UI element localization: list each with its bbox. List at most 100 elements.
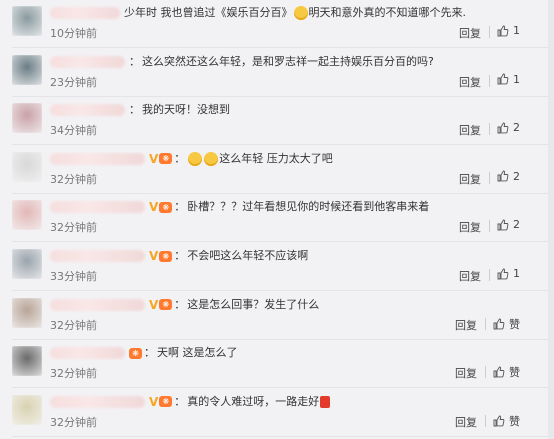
comment-row: V ❋：真的令人难过呀，一路走好 32分钟前 回复 赞 xyxy=(0,389,548,437)
like-button[interactable]: 1 xyxy=(497,267,520,280)
like-count: 1 xyxy=(513,24,520,37)
avatar[interactable] xyxy=(12,103,42,134)
like-count: 2 xyxy=(513,121,520,135)
like-button[interactable]: 1 xyxy=(497,73,520,86)
avatar[interactable] xyxy=(12,200,42,231)
comment-text: 这么年轻 压力太大了吧 xyxy=(219,151,333,165)
username-link[interactable] xyxy=(50,104,125,117)
comment-list: 少年时 我也曾追过《娱乐百分百》 明天和意外真的不知道哪个先来. 10分钟前 回复 1：… xyxy=(0,0,548,439)
comment-time: 32分钟前 xyxy=(50,367,97,381)
comment-text: 这是怎么回事？发生了什么 xyxy=(187,297,320,311)
scrollbar-track[interactable] xyxy=(548,0,554,439)
avatar[interactable] xyxy=(12,297,42,328)
like-button[interactable]: 2 xyxy=(497,170,520,183)
reply-button[interactable]: 回复 xyxy=(459,25,481,41)
comment-time: 32分钟前 xyxy=(50,318,97,332)
comment-content: V ❋：这是怎么回事？发生了什么 xyxy=(50,297,319,313)
comment-content: V ❋：真的令人难过呀，一路走好 xyxy=(50,394,331,410)
like-button[interactable]: 赞 xyxy=(493,364,520,380)
comment-content: V ❋：不会吧这么年轻不应该啊 xyxy=(50,248,308,264)
divider xyxy=(489,74,490,87)
colon-separator: ： xyxy=(129,54,140,68)
like-count: 1 xyxy=(513,72,520,86)
thumbs-up-icon xyxy=(497,73,513,85)
comment-content: V ❋： 这么年轻 压力太大了吧 xyxy=(50,151,333,167)
level-badge-icon: ❋ xyxy=(159,153,173,165)
divider xyxy=(489,123,490,136)
level-badge-icon: ❋ xyxy=(159,250,173,262)
reply-button[interactable]: 回复 xyxy=(459,74,481,90)
divider xyxy=(489,26,490,38)
comment-text: 卧槽？？？过年看想见你的时候还看到他客串来着 xyxy=(187,200,430,214)
crying-emoji-icon xyxy=(293,6,308,20)
username-link[interactable] xyxy=(50,201,145,214)
thumbs-up-icon xyxy=(493,366,509,378)
level-badge-icon: ❋ xyxy=(159,201,173,213)
reply-button[interactable]: 回复 xyxy=(459,122,481,138)
like-count: 1 xyxy=(513,267,520,280)
comment-text: 不会吧这么年轻不应该啊 xyxy=(187,249,309,262)
avatar[interactable] xyxy=(12,346,42,377)
username-link[interactable] xyxy=(50,55,125,68)
level-badge-icon: ❋ xyxy=(159,299,173,311)
colon-separator: ： xyxy=(174,394,186,408)
like-button[interactable]: 2 xyxy=(497,218,520,231)
comment-content: ❋：天啊 这是怎么了 xyxy=(50,345,238,361)
divider xyxy=(485,317,486,330)
reply-button[interactable]: 回复 xyxy=(455,365,477,381)
thumbs-up-icon xyxy=(497,219,513,231)
like-button[interactable]: 赞 xyxy=(493,413,520,429)
comment-row: ❋：天啊 这是怎么了 32分钟前 回复 赞 xyxy=(0,340,548,389)
colon-separator: ： xyxy=(174,200,186,214)
reply-button[interactable]: 回复 xyxy=(455,317,477,333)
reply-button[interactable]: 回复 xyxy=(459,268,481,284)
avatar[interactable] xyxy=(12,54,42,85)
comment-row: V ❋：这是怎么回事？发生了什么 32分钟前 回复 赞 xyxy=(0,292,548,340)
comment-time: 10分钟前 xyxy=(50,27,97,40)
avatar[interactable] xyxy=(12,151,42,182)
comment-text: 明天和意外真的不知道哪个先来. xyxy=(308,6,467,19)
like-count: 2 xyxy=(513,169,520,183)
comment-row: ：我的天呀！没想到 34分钟前 回复 2 xyxy=(0,97,548,146)
username-link[interactable] xyxy=(50,152,145,165)
comment-row: V ❋： 这么年轻 压力太大了吧 32分钟前 回复 2 xyxy=(0,146,548,194)
comment-content: ：我的天呀！没想到 xyxy=(50,102,230,118)
comment-time: 33分钟前 xyxy=(50,270,97,283)
divider xyxy=(489,171,490,184)
row-divider xyxy=(12,435,548,437)
reply-button[interactable]: 回复 xyxy=(459,171,481,187)
like-button[interactable]: 2 xyxy=(497,121,520,134)
thumbs-up-icon xyxy=(497,170,513,182)
level-badge-icon: ❋ xyxy=(129,347,142,359)
username-link[interactable] xyxy=(50,7,120,19)
avatar[interactable] xyxy=(12,394,42,425)
colon-separator: ： xyxy=(144,346,155,360)
verified-v-icon: V xyxy=(149,297,159,312)
comment-text: 天啊 这是怎么了 xyxy=(157,346,238,360)
comment-text: 真的令人难过呀，一路走好 xyxy=(187,394,320,408)
thumbs-up-icon xyxy=(493,415,509,427)
reply-button[interactable]: 回复 xyxy=(455,414,477,430)
divider xyxy=(489,220,490,233)
like-button[interactable]: 1 xyxy=(497,24,520,37)
comment-row: 少年时 我也曾追过《娱乐百分百》 明天和意外真的不知道哪个先来. 10分钟前 回复 1 xyxy=(0,0,548,48)
like-button[interactable]: 赞 xyxy=(493,316,520,332)
reply-button[interactable]: 回复 xyxy=(459,219,481,235)
level-badge-icon: ❋ xyxy=(159,396,173,408)
comment-text: 这么突然还这么年轻，是和罗志祥一起主持娱乐百分百的吗? xyxy=(142,54,434,68)
comment-prefix: 少年时 我也曾追过《娱乐百分百》 xyxy=(124,6,293,19)
divider xyxy=(489,269,490,281)
comment-text: 我的天呀！没想到 xyxy=(142,103,230,117)
username-link[interactable] xyxy=(50,250,145,262)
username-link[interactable] xyxy=(50,347,125,360)
comment-time: 32分钟前 xyxy=(50,172,97,186)
username-link[interactable] xyxy=(50,395,145,408)
username-link[interactable] xyxy=(50,298,145,311)
colon-separator: ： xyxy=(129,103,140,117)
colon-separator: ： xyxy=(174,151,186,165)
like-count: 2 xyxy=(513,218,520,232)
avatar[interactable] xyxy=(12,6,42,36)
thumbs-up-icon xyxy=(497,25,513,37)
candle-icon xyxy=(320,395,331,408)
avatar[interactable] xyxy=(12,249,42,279)
